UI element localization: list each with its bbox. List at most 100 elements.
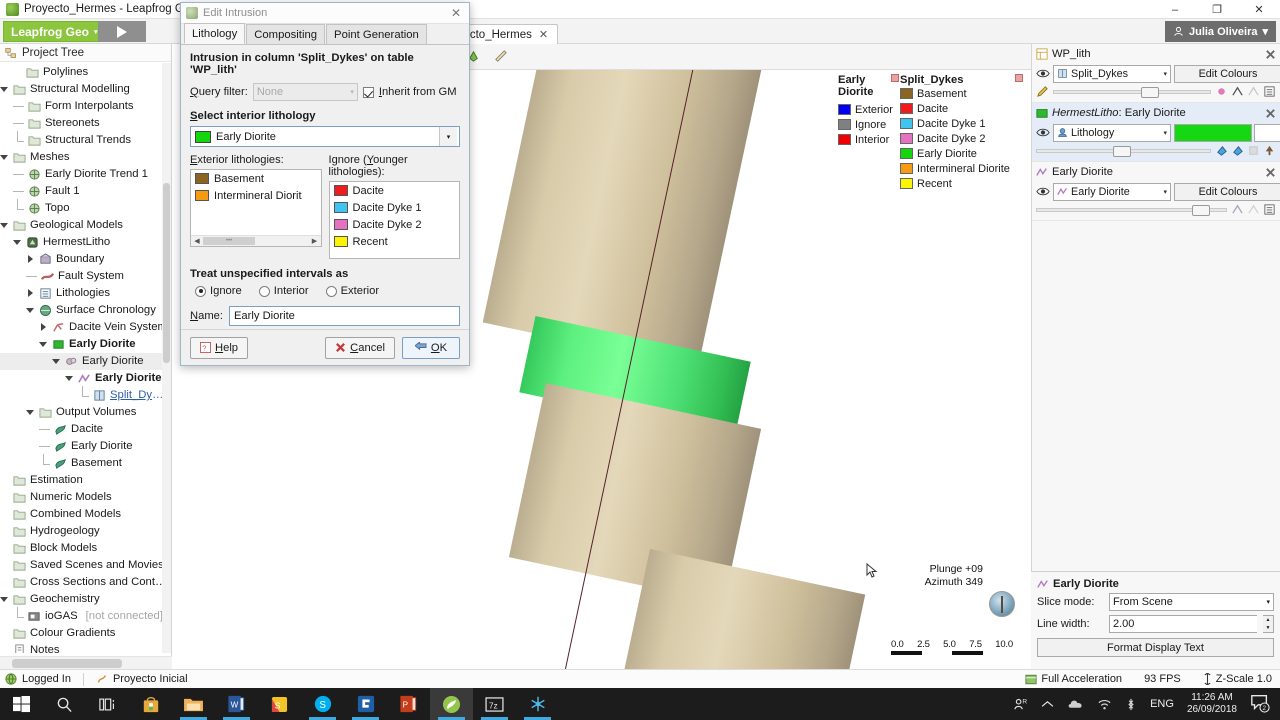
radio-interior[interactable]: Interior (258, 285, 309, 297)
tree-item-colour-gradients[interactable]: Colour Gradients (0, 625, 171, 642)
tab-lithology[interactable]: Lithology (184, 23, 246, 44)
tree-item-surface-chronology[interactable]: Surface Chronology (0, 302, 171, 319)
minimize-icon[interactable]: – (1154, 0, 1196, 19)
point-icon[interactable] (1215, 85, 1228, 98)
tree-expander-open[interactable] (26, 306, 35, 315)
radio-ignore[interactable]: Ignore (195, 285, 242, 297)
visibility-icon[interactable] (1036, 126, 1050, 139)
file-explorer-button[interactable] (172, 688, 215, 720)
maximize-icon[interactable]: ❐ (1196, 0, 1238, 19)
list-horizontal-scrollbar[interactable]: ◀ ••• ▶ (191, 235, 321, 246)
action-center-button[interactable]: 2 (1250, 693, 1272, 715)
task-view-button[interactable] (86, 688, 129, 720)
slice-mode-select[interactable]: From Scene ▾ (1109, 593, 1274, 611)
tab-close-icon[interactable]: ✕ (539, 28, 548, 41)
tree-expander-open[interactable] (13, 238, 22, 247)
tab-compositing[interactable]: Compositing (246, 24, 326, 44)
sway-button[interactable]: S (258, 688, 301, 720)
tree-expander-open[interactable] (0, 221, 9, 230)
chevron-up-icon[interactable] (1041, 700, 1054, 709)
list-item[interactable]: Dacite Dyke 2 (330, 216, 460, 233)
clock[interactable]: 11:26 AM 26/09/2018 (1187, 692, 1237, 716)
legend-close-icon[interactable] (891, 74, 899, 82)
shape-close-icon[interactable] (1265, 49, 1276, 60)
tree-item-meshes[interactable]: Meshes (0, 149, 171, 166)
user-menu-button[interactable]: Julia Oliveira ▾ (1164, 21, 1276, 42)
list-item[interactable]: Recent (330, 233, 460, 250)
ok-button[interactable]: OK (402, 336, 460, 359)
leapfrog-menu-button[interactable]: Leapfrog Geo ▾ (3, 21, 107, 42)
tree-expander-open[interactable] (65, 374, 74, 383)
scroll-left-icon[interactable]: ◀ (191, 237, 203, 245)
tree-item-topo[interactable]: Topo (0, 198, 171, 217)
dim-icon[interactable] (1247, 144, 1260, 157)
slider-knob[interactable] (1141, 86, 1160, 98)
office-button[interactable] (344, 688, 387, 720)
ignore-lithologies-list[interactable]: Dacite Dacite Dyke 1 Dacite Dyke 2 Recen… (328, 181, 460, 259)
edit-colours-button[interactable]: Edit Colours (1174, 64, 1280, 83)
tree-item-polylines[interactable]: Polylines (0, 64, 171, 81)
inherit-from-gm-checkbox[interactable] (362, 86, 374, 98)
tree-item-geological-models[interactable]: Geological Models (0, 217, 171, 234)
tree-item-dacite-vein-system[interactable]: Dacite Vein System (0, 319, 171, 336)
list-item[interactable]: Dacite (330, 182, 460, 199)
tree-item-early-diorite[interactable]: Early Diorite (0, 370, 171, 387)
list-item[interactable]: Basement (191, 170, 321, 187)
store-button[interactable] (129, 688, 172, 720)
exterior-lithologies-list[interactable]: Basement Intermineral Diorit ◀ ••• ▶ (190, 169, 322, 247)
interior-lithology-select[interactable]: Early Diorite ▾ (190, 126, 460, 147)
zscale-status[interactable]: Z-Scale 1.0 (1203, 673, 1272, 685)
line-width-stepper[interactable]: ▲ ▼ (1263, 615, 1274, 633)
tree-item-combined-models[interactable]: Combined Models (0, 506, 171, 523)
tree-item-early-diorite-trend-1[interactable]: Early Diorite Trend 1 (0, 166, 171, 183)
edit-colours-button[interactable]: Edit Colours (1174, 182, 1280, 201)
shape-close-icon[interactable] (1265, 108, 1276, 119)
scrollbar-thumb[interactable] (12, 659, 122, 668)
scroll-right-icon[interactable]: ▶ (309, 237, 321, 245)
tree-item-numeric-models[interactable]: Numeric Models (0, 489, 171, 506)
visibility-icon[interactable] (1036, 185, 1050, 198)
radio-exterior[interactable]: Exterior (325, 285, 379, 297)
shape-colour-preview[interactable] (1174, 123, 1280, 142)
shape-item-early-diorite[interactable]: Early Diorite Early Diorite ▾ Edit Colou… (1032, 162, 1280, 221)
tree-mini-icon[interactable] (1263, 144, 1276, 157)
curve-icon[interactable] (1231, 85, 1244, 98)
tree-expander-open[interactable] (26, 408, 35, 417)
sevenzip-button[interactable]: 7z (473, 688, 516, 720)
dialog-close-icon[interactable]: ✕ (448, 6, 464, 20)
tree-item-dacite[interactable]: Dacite (0, 421, 171, 438)
tree-item-form-interpolants[interactable]: Form Interpolants (0, 98, 171, 115)
tree-item-estimation[interactable]: Estimation (0, 472, 171, 489)
tree-item-saved-scenes-and-movies[interactable]: Saved Scenes and Movies (0, 557, 171, 574)
tree-item-output-volumes[interactable]: Output Volumes (0, 404, 171, 421)
tree-vertical-scrollbar[interactable] (162, 63, 171, 653)
line-width-input[interactable]: 2.00 (1109, 615, 1257, 633)
shape-attribute-select[interactable]: Early Diorite ▾ (1053, 182, 1171, 201)
fill-icon[interactable] (1215, 144, 1228, 157)
compass-icon[interactable] (989, 591, 1015, 617)
play-button[interactable] (98, 21, 146, 42)
tree-expander-open[interactable] (0, 595, 9, 604)
tree-item-basement[interactable]: Basement (0, 453, 171, 472)
tree-item-early-diorite[interactable]: Early Diorite (0, 438, 171, 455)
tree-item-block-models[interactable]: Block Models (0, 540, 171, 557)
tree-item-notes[interactable]: Notes (0, 642, 171, 653)
tree-expander-open[interactable] (52, 357, 61, 366)
slider-knob[interactable] (1191, 204, 1210, 216)
onedrive-icon[interactable] (1067, 698, 1084, 710)
tree-item-structural-trends[interactable]: Structural Trends (0, 130, 171, 149)
name-input[interactable]: Early Diorite (228, 306, 460, 326)
close-icon[interactable]: ✕ (1238, 0, 1280, 19)
tree-expander-open[interactable] (0, 153, 9, 162)
shape-close-icon[interactable] (1265, 167, 1276, 178)
help-button[interactable]: ? Help (190, 336, 249, 359)
shape-item-wp-lith[interactable]: WP_lith Split_Dykes ▾ Edit Colours (1032, 44, 1280, 103)
tree-item-hermestlitho[interactable]: HermestLitho (0, 234, 171, 251)
curve-dim-icon[interactable] (1247, 203, 1260, 216)
people-icon[interactable]: R (1013, 697, 1028, 712)
tree-item-structural-modelling[interactable]: Structural Modelling (0, 81, 171, 98)
list-item[interactable]: Dacite Dyke 1 (330, 199, 460, 216)
opacity-slider[interactable] (1036, 145, 1211, 157)
leapfrog-button[interactable] (430, 688, 473, 720)
list-icon[interactable] (1263, 203, 1276, 216)
